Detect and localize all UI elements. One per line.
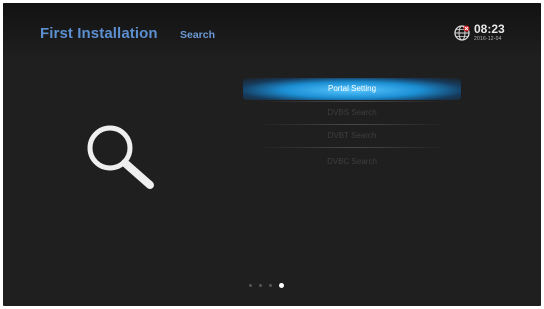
page-dot [259, 284, 262, 287]
page-dot [269, 284, 272, 287]
page-subtitle: Search [180, 29, 216, 41]
search-icon [87, 125, 154, 189]
menu-divider [258, 147, 448, 148]
tv-screen: First Installation Search 08:23 2016-12-… [3, 3, 541, 306]
menu-item-dvbt-search[interactable]: DVBT Search [243, 125, 461, 147]
clock-time: 08:23 [474, 22, 505, 36]
header: First Installation Search 08:23 2016-12-… [3, 3, 541, 59]
menu-item-dvbs-search[interactable]: DVBS Search [243, 102, 461, 124]
globe-icon [454, 25, 470, 41]
page-title: First Installation [40, 25, 158, 42]
menu-item-dvbc-search[interactable]: DVBC Search [243, 151, 461, 173]
menu-item-portal-setting[interactable]: Portal Setting [243, 78, 461, 100]
clock-date: 2016-12-04 [474, 36, 502, 42]
page-dot [249, 284, 252, 287]
search-menu: Portal Setting DVBS Search DVBT Search D… [243, 78, 461, 178]
page-dot-active [279, 283, 284, 288]
